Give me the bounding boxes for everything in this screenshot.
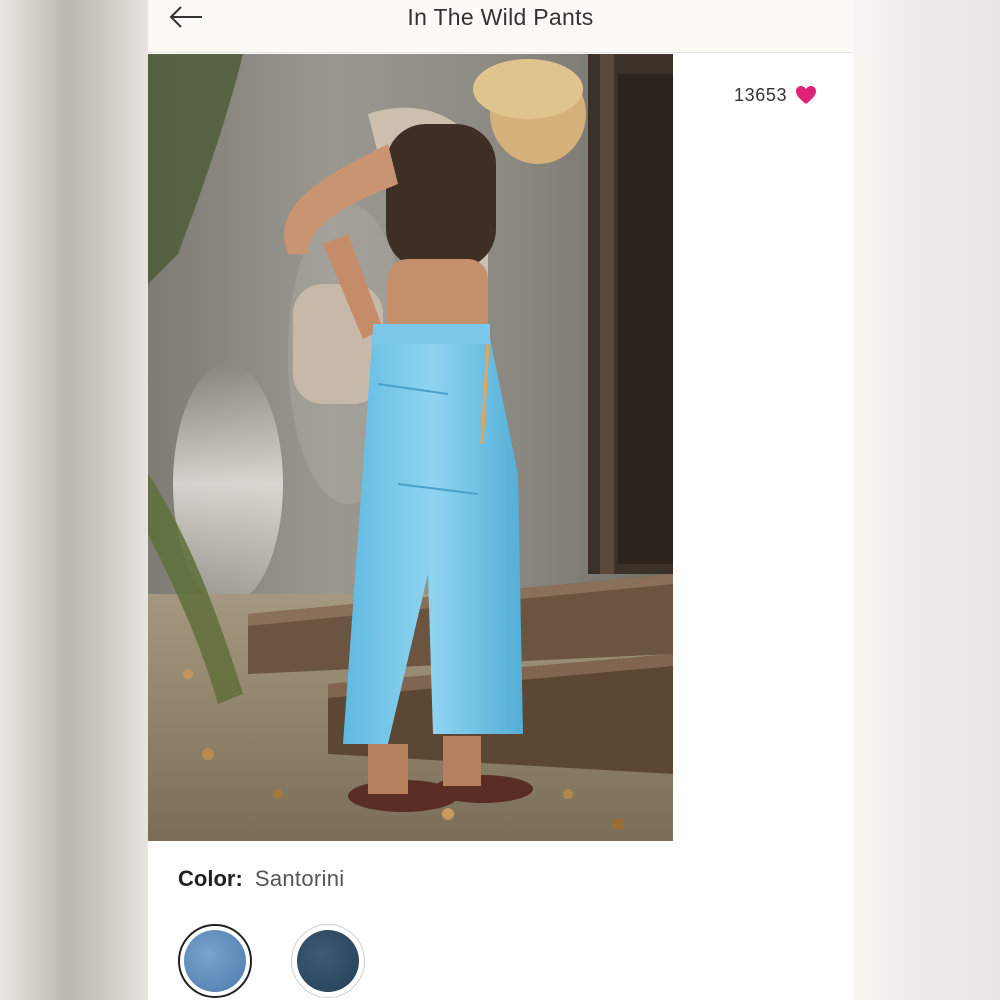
heart-icon [796, 86, 817, 104]
swatch-color [184, 930, 246, 992]
color-value: Santorini [254, 866, 345, 891]
likes-counter: 13653 [734, 82, 817, 108]
top-bar: In The Wild Pants [148, 0, 853, 53]
swatch-santorini[interactable] [178, 924, 252, 998]
color-label: Color: [178, 866, 243, 891]
swatch-navy[interactable] [291, 924, 365, 998]
product-screen: In The Wild Pants 13653 Color: Santorini [148, 0, 853, 1000]
color-selection-label: Color: Santorini [178, 866, 344, 892]
background-left [0, 0, 148, 1000]
product-photo[interactable] [148, 54, 673, 841]
like-button[interactable] [795, 85, 817, 105]
page-title: In The Wild Pants [407, 4, 594, 30]
likes-count: 13653 [734, 84, 788, 105]
swatch-color [297, 930, 359, 992]
background-right [853, 0, 1000, 1000]
